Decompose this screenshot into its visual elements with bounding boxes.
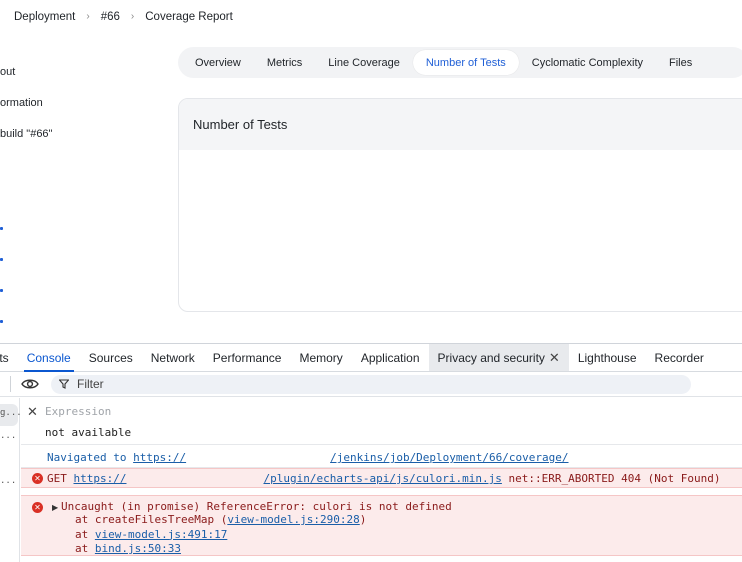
console-toolbar: Filter bbox=[0, 372, 742, 397]
coverage-tabs: Overview Metrics Line Coverage Number of… bbox=[178, 47, 742, 78]
live-expression: ✕ Expression not available bbox=[21, 398, 742, 445]
number-of-tests-card: Number of Tests bbox=[178, 98, 742, 312]
breadcrumb-deployment[interactable]: Deployment bbox=[12, 11, 77, 23]
sidebar-link-marker[interactable] bbox=[0, 289, 3, 292]
expand-triangle-icon[interactable]: ▶ bbox=[52, 503, 58, 512]
console-output: ✕ Expression not available Navigated to … bbox=[21, 398, 742, 562]
toolbar-divider bbox=[10, 376, 11, 392]
chevron-right-icon: › bbox=[86, 11, 90, 22]
get-url-scheme[interactable]: https:// bbox=[74, 472, 127, 485]
close-icon[interactable]: ✕ bbox=[549, 350, 560, 366]
tab-metrics[interactable]: Metrics bbox=[254, 50, 315, 75]
devtools-tab-sources[interactable]: Sources bbox=[80, 344, 142, 371]
devtools-tab-console[interactable]: Console bbox=[18, 344, 80, 372]
tab-number-of-tests[interactable]: Number of Tests bbox=[412, 50, 519, 75]
console-sidebar-gutter: g... ... ... bbox=[0, 398, 22, 562]
tab-cyclomatic-complexity[interactable]: Cyclomatic Complexity bbox=[519, 50, 656, 75]
navigated-prefix: Navigated to bbox=[47, 451, 127, 464]
devtools-tabs: ents Console Sources Network Performance… bbox=[0, 344, 742, 372]
console-message-get-error: ✕ GET https:// /plugin/echarts-api/js/cul… bbox=[21, 468, 742, 488]
stack-frame-prefix: at bbox=[75, 542, 95, 555]
uncaught-error-text: Uncaught (in promise) ReferenceError: cu… bbox=[61, 500, 452, 513]
sidebar-item-information[interactable]: ormation bbox=[0, 97, 43, 109]
get-url-path[interactable]: /plugin/echarts-api/js/culori.min.js bbox=[263, 472, 501, 485]
sidebar-link-marker[interactable] bbox=[0, 320, 3, 323]
devtools-tab-network[interactable]: Network bbox=[142, 344, 204, 371]
devtools-tab-elements[interactable]: ents bbox=[0, 344, 18, 371]
stack-frame: at bind.js:50:33 bbox=[61, 542, 742, 557]
sidebar-link-marker[interactable] bbox=[0, 258, 3, 261]
devtools-tab-recorder[interactable]: Recorder bbox=[646, 344, 713, 371]
error-icon: ✕ bbox=[32, 473, 43, 484]
devtools-tab-lighthouse[interactable]: Lighthouse bbox=[569, 344, 646, 371]
filter-placeholder: Filter bbox=[77, 377, 104, 391]
gutter-text: ... bbox=[0, 476, 17, 486]
stack-frame-link[interactable]: view-model.js:290:28 bbox=[227, 513, 359, 526]
devtools-panel: ents Console Sources Network Performance… bbox=[0, 343, 742, 562]
tab-files[interactable]: Files bbox=[656, 50, 705, 75]
stack-frame-prefix: at createFilesTreeMap ( bbox=[75, 513, 228, 526]
error-icon: ✕ bbox=[32, 502, 43, 513]
tab-line-coverage[interactable]: Line Coverage bbox=[315, 50, 413, 75]
navigated-url-scheme[interactable]: https:// bbox=[133, 451, 186, 464]
devtools-tab-privacy-security-label: Privacy and security bbox=[437, 350, 545, 365]
console-message-uncaught-error: ✕ ▶ Uncaught (in promise) ReferenceError… bbox=[21, 495, 742, 556]
sidebar-item-about[interactable]: out bbox=[0, 66, 15, 78]
navigated-url-path[interactable]: /jenkins/job/Deployment/66/coverage/ bbox=[330, 451, 568, 464]
devtools-tab-performance[interactable]: Performance bbox=[204, 344, 291, 371]
gutter-text: ... bbox=[0, 431, 17, 441]
expression-value: not available bbox=[45, 426, 132, 439]
get-error-text: net::ERR_ABORTED 404 (Not Found) bbox=[508, 472, 721, 485]
eye-icon[interactable] bbox=[21, 378, 39, 390]
stack-frame-link[interactable]: view-model.js:491:17 bbox=[95, 528, 227, 541]
filter-input[interactable]: Filter bbox=[51, 374, 691, 394]
devtools-tab-privacy-security[interactable]: Privacy and security ✕ bbox=[428, 344, 569, 371]
stack-frame: at view-model.js:491:17 bbox=[61, 528, 742, 543]
close-icon[interactable]: ✕ bbox=[27, 405, 38, 420]
funnel-icon bbox=[59, 379, 69, 389]
stack-frame-suffix: ) bbox=[359, 513, 367, 526]
breadcrumb-build[interactable]: #66 bbox=[99, 11, 122, 23]
breadcrumb: Deployment › #66 › Coverage Report bbox=[0, 0, 742, 33]
expression-input[interactable]: Expression bbox=[45, 405, 111, 418]
sidebar-link-marker[interactable] bbox=[0, 227, 3, 230]
sidebar-item-build[interactable]: build "#66" bbox=[0, 128, 52, 140]
breadcrumb-coverage-report[interactable]: Coverage Report bbox=[143, 11, 235, 23]
stack-frame-prefix: at bbox=[75, 527, 95, 541]
get-prefix: GET bbox=[47, 472, 67, 485]
gutter-text: g... bbox=[0, 408, 22, 418]
tab-overview[interactable]: Overview bbox=[182, 50, 254, 75]
chevron-right-icon: › bbox=[130, 11, 135, 22]
stack-frame: at createFilesTreeMap (view-model.js:290… bbox=[61, 513, 742, 528]
devtools-tab-application[interactable]: Application bbox=[352, 344, 429, 371]
console-message-navigated: Navigated to https:// /jenkins/job/Deploy… bbox=[21, 445, 742, 468]
devtools-tab-memory[interactable]: Memory bbox=[290, 344, 351, 371]
stack-frame-link[interactable]: bind.js:50:33 bbox=[95, 542, 181, 555]
card-title: Number of Tests bbox=[179, 99, 742, 150]
